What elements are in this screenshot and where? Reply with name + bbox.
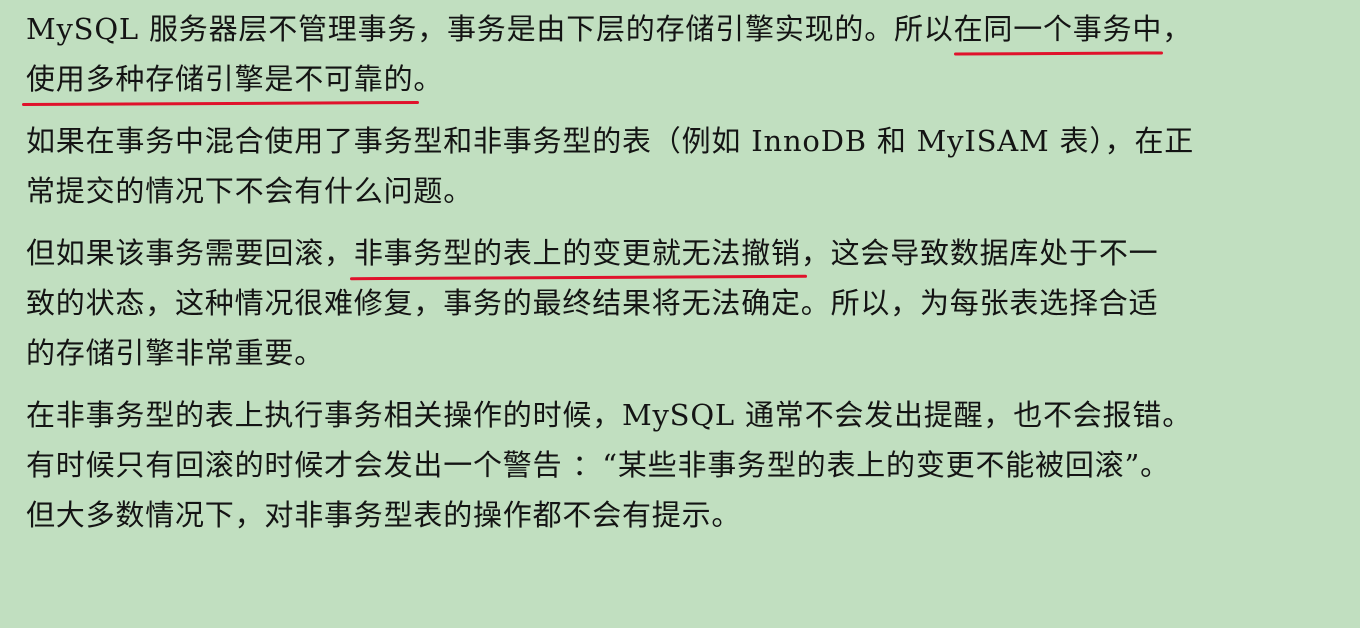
paragraph-2-line-2: 常提交的情况下不会有什么问题。 — [26, 174, 474, 208]
text-segment: ， — [1162, 12, 1193, 46]
underlined-text: 非事务型的表上的变更就无法撤销 — [353, 236, 801, 270]
paragraph-3-line-3: 的存储引擎非常重要。 — [26, 336, 325, 370]
paragraph-1: MySQL 服务器层不管理事务，事务是由下层的存储引擎实现的。所以在同一个事务中… — [26, 4, 1320, 104]
paragraph-4: 在非事务型的表上执行事务相关操作的时候，MySQL 通常不会发出提醒，也不会报错… — [26, 390, 1320, 540]
document-page: MySQL 服务器层不管理事务，事务是由下层的存储引擎实现的。所以在同一个事务中… — [0, 0, 1360, 628]
underlined-text: 在同一个事务中 — [953, 12, 1163, 46]
paragraph-1-line-1: MySQL 服务器层不管理事务，事务是由下层的存储引擎实现的。所以在同一个事务中… — [26, 4, 1320, 54]
paragraph-3-line-2: 致的状态，这种情况很难修复，事务的最终结果将无法确定。所以，为每张表选择合适 — [26, 286, 1159, 320]
paragraph-4-line-1: 在非事务型的表上执行事务相关操作的时候，MySQL 通常不会发出提醒，也不会报错… — [26, 398, 1192, 432]
paragraph-3: 但如果该事务需要回滚，非事务型的表上的变更就无法撤销，这会导致数据库处于不一 致… — [26, 228, 1320, 378]
paragraph-1-line-2: 使用多种存储引擎是不可靠的。 — [26, 54, 1320, 104]
paragraph-4-line-2: 有时候只有回滚的时候才会发出一个警告 ：“某些非事务型的表上的变更不能被回滚”。 — [26, 448, 1170, 482]
text-segment: MySQL 服务器层不管理事务，事务是由下层的存储引擎实现的。所以 — [26, 12, 954, 46]
paragraph-2: 如果在事务中混合使用了事务型和非事务型的表（例如 InnoDB 和 MyISAM… — [26, 116, 1320, 216]
text-segment: ，这会导致数据库处于不一 — [800, 236, 1159, 270]
underlined-text: 使用多种存储引擎是不可靠的 — [26, 62, 414, 96]
text-segment: 但如果该事务需要回滚， — [26, 236, 354, 270]
paragraph-2-line-1: 如果在事务中混合使用了事务型和非事务型的表（例如 InnoDB 和 MyISAM… — [26, 124, 1195, 158]
paragraph-3-line-1: 但如果该事务需要回滚，非事务型的表上的变更就无法撤销，这会导致数据库处于不一 — [26, 228, 1320, 278]
paragraph-4-line-3: 但大多数情况下，对非事务型表的操作都不会有提示。 — [26, 498, 742, 532]
text-segment: 。 — [413, 62, 444, 96]
